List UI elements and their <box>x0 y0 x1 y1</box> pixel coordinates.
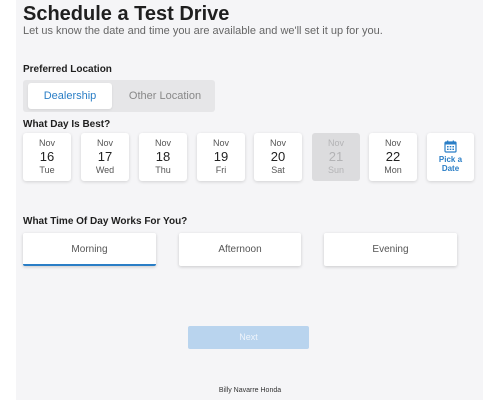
time-option-morning[interactable]: Morning <box>23 233 156 266</box>
day-weekday: Wed <box>95 165 115 175</box>
day-card-21: Nov 21 Sun <box>312 133 360 181</box>
day-card-19[interactable]: Nov 19 Fri <box>197 133 245 181</box>
location-option-other[interactable]: Other Location <box>119 83 211 109</box>
day-card-16[interactable]: Nov 16 Tue <box>23 133 71 181</box>
day-date: 19 <box>213 149 229 164</box>
day-month: Nov <box>269 138 286 148</box>
day-card-22[interactable]: Nov 22 Mon <box>369 133 417 181</box>
day-month: Nov <box>384 138 401 148</box>
calendar-icon <box>444 140 457 153</box>
location-label: Preferred Location <box>23 64 112 75</box>
day-date: 18 <box>155 149 171 164</box>
day-date: 21 <box>328 149 344 164</box>
day-card-17[interactable]: Nov 17 Wed <box>81 133 129 181</box>
day-month: Nov <box>96 138 113 148</box>
day-weekday: Fri <box>215 165 227 175</box>
time-label: What Time Of Day Works For You? <box>23 216 188 227</box>
location-option-dealership[interactable]: Dealership <box>28 83 112 109</box>
day-card-20[interactable]: Nov 20 Sat <box>254 133 302 181</box>
day-label: What Day Is Best? <box>23 119 111 130</box>
day-weekday: Thu <box>155 165 171 175</box>
day-month: Nov <box>154 138 171 148</box>
day-month: Nov <box>38 138 55 148</box>
time-option-evening[interactable]: Evening <box>324 233 457 266</box>
time-option-afternoon[interactable]: Afternoon <box>179 233 301 266</box>
day-month: Nov <box>327 138 344 148</box>
dealer-name: Billy Navarre Honda <box>218 387 282 394</box>
day-date: 22 <box>385 149 401 164</box>
next-button[interactable]: Next <box>188 326 309 349</box>
day-date: 17 <box>97 149 113 164</box>
day-card-18[interactable]: Nov 18 Thu <box>139 133 187 181</box>
day-date: 20 <box>270 149 286 164</box>
day-month: Nov <box>212 138 229 148</box>
day-weekday: Mon <box>384 165 402 175</box>
page-title: Schedule a Test Drive <box>23 3 230 25</box>
pick-a-date-label: Pick a Date <box>438 155 463 173</box>
day-weekday: Sat <box>271 165 285 175</box>
day-date: 16 <box>39 149 55 164</box>
day-weekday: Tue <box>39 165 55 175</box>
pick-a-date-button[interactable]: Pick a Date <box>427 133 474 181</box>
location-toggle: Dealership Other Location <box>23 80 215 112</box>
page-subtitle: Let us know the date and time you are av… <box>23 25 383 37</box>
day-weekday: Sun <box>327 165 344 175</box>
